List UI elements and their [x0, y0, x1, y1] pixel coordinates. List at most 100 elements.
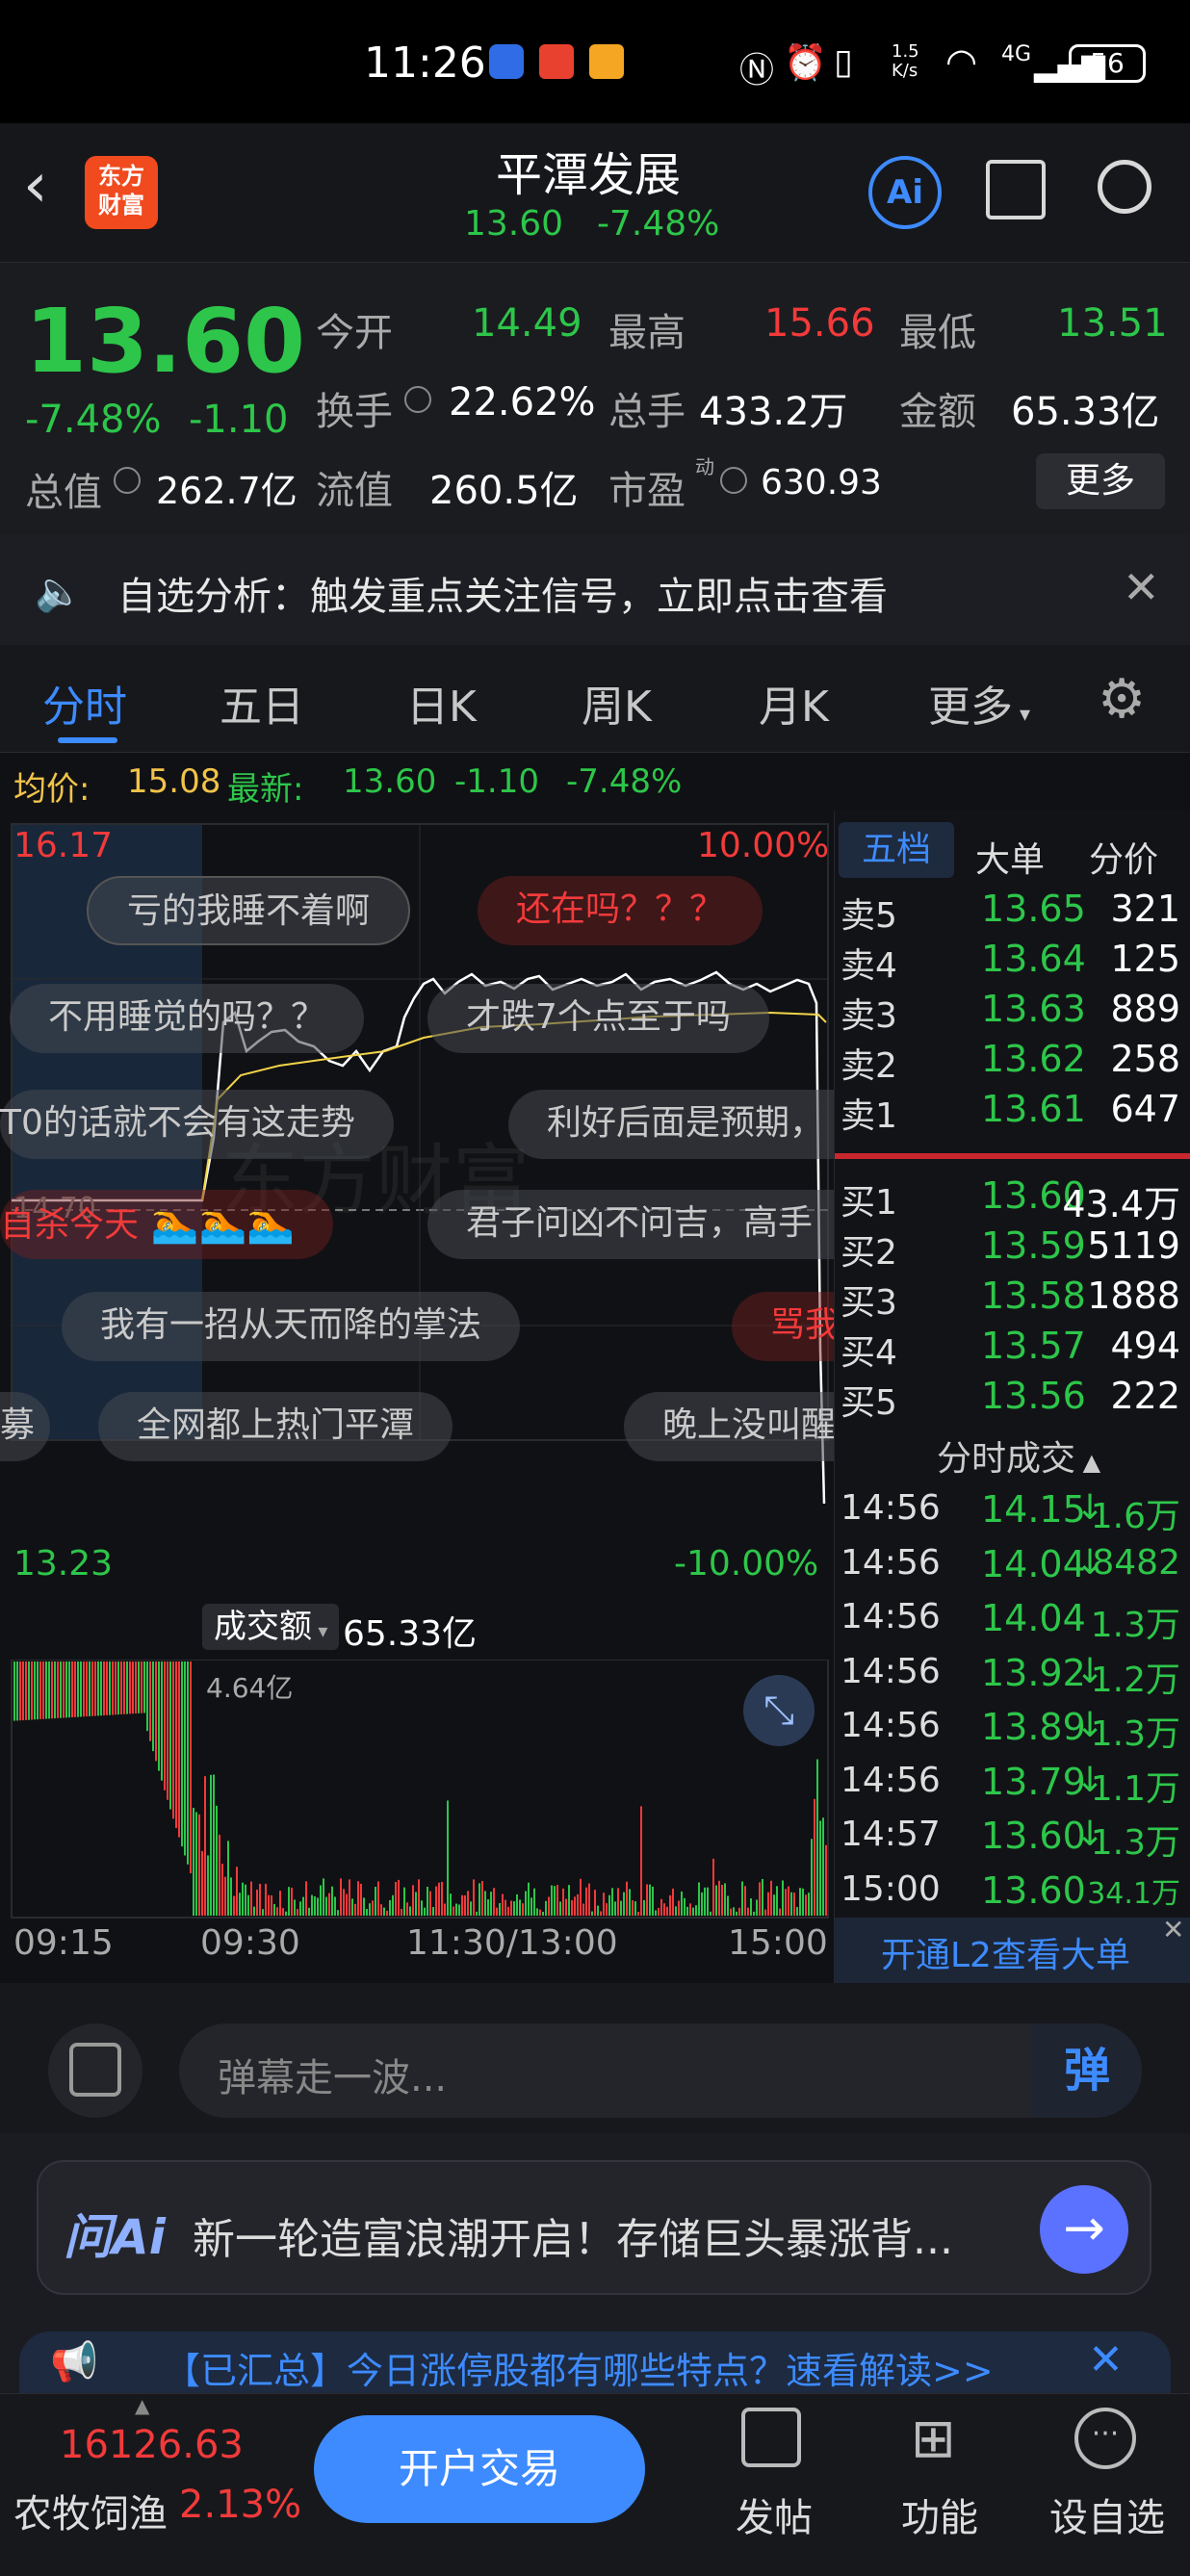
- volume-bar: [375, 1887, 376, 1916]
- amount-label: 金额: [899, 390, 976, 434]
- tab-intraday[interactable]: 分时: [42, 672, 127, 734]
- danmu-bubble[interactable]: 才跌7个点至于吗: [427, 984, 769, 1053]
- trade-price: 13.60: [981, 1815, 1086, 1857]
- news-banner[interactable]: 📢 【已汇总】今日涨停股都有哪些特点？速看解读>> ✕: [19, 2331, 1171, 2393]
- expand-icon[interactable]: ⤡: [743, 1675, 815, 1746]
- index-pct[interactable]: 2.13%: [179, 2483, 301, 2527]
- volume-bar: [764, 1909, 766, 1916]
- ai-banner[interactable]: 问Ai 新一轮造富浪潮开启！存储巨头暴涨背... →: [37, 2160, 1151, 2295]
- volume-bar: [762, 1878, 763, 1916]
- volume-bar: [750, 1898, 752, 1916]
- danmu-input[interactable]: 弹幕走一波... 弹: [179, 2023, 1142, 2118]
- danmu-bubble[interactable]: 利好后面是预期，: [508, 1090, 834, 1159]
- trade-button[interactable]: 开户交易: [314, 2415, 645, 2523]
- volume-bar: [811, 1839, 813, 1916]
- volume-bar: [556, 1885, 558, 1916]
- post-label[interactable]: 发帖: [736, 2486, 813, 2542]
- more-button[interactable]: 更多: [1036, 453, 1165, 509]
- l2-text[interactable]: 开通L2查看大单: [881, 1927, 1130, 1977]
- tab-weekly-k[interactable]: 周K: [582, 672, 652, 734]
- trade-time: 14:56: [841, 1760, 941, 1800]
- mcap-label: 总值: [25, 471, 102, 515]
- trades-title[interactable]: 分时成交 ▲: [937, 1430, 1100, 1481]
- megaphone-icon: 📢: [50, 2340, 98, 2384]
- volume-bar: [614, 1901, 616, 1916]
- volume-bar: [421, 1900, 423, 1916]
- volume-bar: [164, 1662, 166, 1790]
- tab-level5[interactable]: 五档: [839, 822, 954, 878]
- volume-bar: [187, 1662, 189, 1865]
- tab-monthly-k[interactable]: 月K: [759, 672, 829, 734]
- tab-more[interactable]: 更多 ▾: [928, 672, 1030, 734]
- volume-bar: [513, 1901, 515, 1916]
- tab-price-dist[interactable]: 分价: [1089, 832, 1158, 882]
- volume-selector[interactable]: 成交额 ▾: [202, 1604, 340, 1650]
- nfc-icon: Ⓝ: [739, 51, 775, 90]
- danmu-bubble[interactable]: 骂我: [732, 1292, 834, 1361]
- volume-bar: [259, 1883, 261, 1916]
- tab-big-order[interactable]: 大单: [975, 832, 1045, 882]
- close-icon[interactable]: ✕: [1123, 561, 1160, 613]
- bid-price: 13.57: [981, 1325, 1086, 1367]
- back-icon[interactable]: ‹: [23, 150, 48, 221]
- volume-bar: [63, 1662, 65, 1718]
- tab-daily-k[interactable]: 日K: [406, 672, 477, 734]
- volume-bar: [536, 1908, 538, 1916]
- volume-bar: [753, 1911, 755, 1916]
- danmu-bubble[interactable]: T0的话就不会有这走势: [0, 1090, 394, 1159]
- close-icon[interactable]: ✕: [1162, 1914, 1184, 1945]
- volume-bar: [666, 1906, 668, 1916]
- arrow-right-icon[interactable]: →: [1040, 2185, 1128, 2274]
- post-icon[interactable]: [741, 2408, 801, 2467]
- tab-5day[interactable]: 五日: [220, 672, 304, 734]
- volume-bar: [190, 1662, 192, 1874]
- volume-bar: [522, 1903, 524, 1916]
- volume-bar: [317, 1897, 319, 1916]
- settings-icon[interactable]: ⚙: [1098, 668, 1146, 731]
- volume-bar: [308, 1907, 310, 1916]
- high-label: 最高: [608, 311, 686, 355]
- function-icon[interactable]: ⊞: [911, 2408, 956, 2470]
- volume-bar: [796, 1907, 798, 1916]
- share-icon[interactable]: [986, 160, 1046, 219]
- volume-bar: [201, 1850, 203, 1916]
- danmu-bubble[interactable]: 不用睡觉的吗？？: [10, 984, 365, 1053]
- danmu-bubble[interactable]: 君子问凶不问吉，高手: [427, 1190, 834, 1259]
- volume-bar: [710, 1911, 711, 1916]
- danmu-bubble[interactable]: 自杀今天 🏊🏊🏊: [0, 1190, 334, 1259]
- danmu-bubble[interactable]: 还在吗？？？: [478, 876, 763, 945]
- volume-bar: [198, 1814, 200, 1916]
- danmu-bubble[interactable]: 我有一招从天而降的掌法: [62, 1292, 521, 1361]
- close-icon[interactable]: ✕: [1088, 2335, 1124, 2384]
- ai-button[interactable]: Ai: [868, 156, 942, 229]
- volume-bar: [461, 1894, 463, 1916]
- volume-bar: [68, 1662, 70, 1718]
- info-icon[interactable]: [114, 467, 141, 494]
- volume-bar: [504, 1899, 506, 1916]
- volume-bar: [138, 1662, 140, 1713]
- add-favorite-icon[interactable]: ···: [1074, 2408, 1136, 2469]
- add-favorite-label[interactable]: 设自选: [1049, 2486, 1165, 2542]
- index-value[interactable]: 16126.63: [60, 2423, 244, 2467]
- bid-level: 买5: [841, 1383, 897, 1423]
- info-icon[interactable]: [404, 386, 431, 413]
- trade-time: 14:56: [841, 1597, 941, 1636]
- volume-bar: [383, 1907, 385, 1916]
- info-icon[interactable]: [720, 467, 747, 494]
- trade-volume: 8482: [1092, 1542, 1180, 1583]
- danmu-bubble[interactable]: 全网都上热门平潭: [98, 1392, 453, 1461]
- app-notif-icon: [539, 44, 574, 79]
- index-name[interactable]: 农牧饲渔: [13, 2483, 168, 2538]
- danmu-send-button[interactable]: 弹: [1032, 2023, 1142, 2118]
- search-icon[interactable]: [1098, 160, 1151, 214]
- danmu-bubble[interactable]: 亏的我睡不着啊: [87, 876, 411, 945]
- time-label: 15:00: [728, 1923, 828, 1963]
- notice-bar[interactable]: 🔈 自选分析：触发重点关注信号，立即点击查看 ✕: [0, 534, 1190, 645]
- danmu-bubble[interactable]: 晚上没叫醒: [624, 1392, 834, 1461]
- volume-bar: [172, 1662, 174, 1819]
- function-label[interactable]: 功能: [901, 2486, 978, 2542]
- volume-bar: [412, 1885, 414, 1916]
- volume-bar: [253, 1906, 255, 1916]
- volume-bar: [89, 1662, 91, 1716]
- intraday-chart[interactable]: 东方财富 16.17 10.00% 14.70 13.23 -10.00% 亏的…: [0, 811, 834, 1598]
